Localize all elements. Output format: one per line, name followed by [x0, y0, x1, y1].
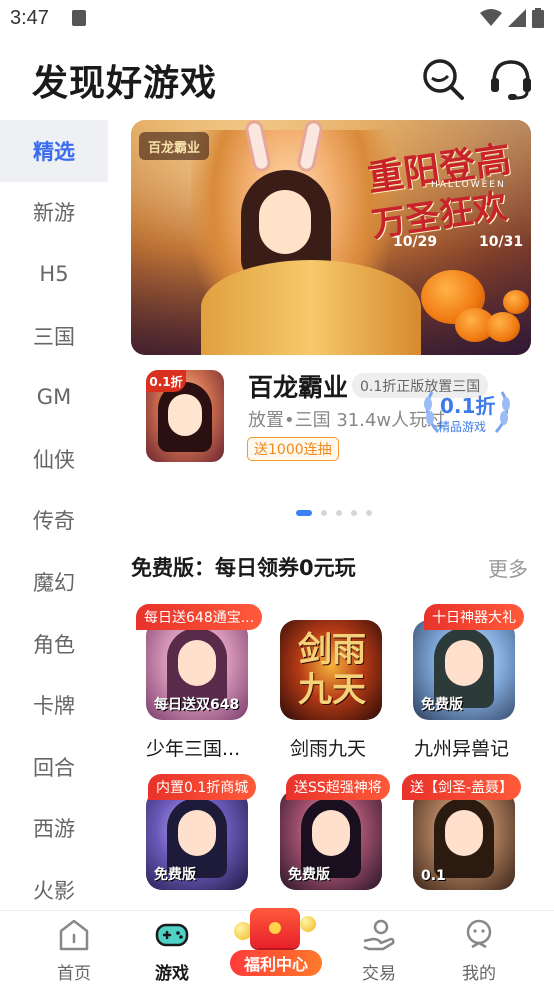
pumpkin-icon — [486, 312, 520, 342]
home-icon — [59, 919, 89, 951]
icon-character-face — [168, 394, 202, 436]
coin-icon — [300, 916, 316, 932]
banner-date-start: 10/29 — [393, 234, 438, 250]
tab-mine[interactable]: 我的 — [439, 911, 519, 984]
discount-value: 0.1折 — [440, 394, 496, 418]
carousel-dot[interactable] — [321, 510, 327, 516]
featured-game-meta: 放置•三国 31.4w人玩过 — [248, 410, 446, 431]
tab-label: 首页 — [57, 964, 91, 984]
section-title: 免费版：每日领券0元玩 — [131, 556, 356, 580]
game-icon[interactable]: 免费版 — [413, 620, 515, 720]
notification-app-icon — [72, 10, 86, 26]
game-icon[interactable]: 每日送双648 — [146, 620, 248, 720]
game-ribbon: 内置0.1折商城 — [148, 774, 257, 800]
premium-label: 精品游戏 — [438, 420, 487, 434]
icon-caption: 剑雨 九天 — [298, 630, 366, 710]
banner-character-dress — [201, 260, 421, 355]
tab-home[interactable]: 首页 — [34, 911, 114, 984]
featured-game-icon[interactable]: 0.1折 — [146, 370, 224, 462]
pumpkin-icon — [503, 290, 529, 314]
battery-icon — [532, 8, 544, 28]
tab-label: 游戏 — [155, 964, 189, 984]
game-ribbon: 每日送648通宝... — [136, 604, 263, 630]
tab-games[interactable]: 游戏 — [132, 911, 212, 984]
red-envelope-icon — [250, 908, 300, 948]
icon-character-face — [445, 810, 483, 856]
game-title[interactable]: 九州异兽记 — [414, 734, 509, 761]
game-title[interactable]: 剑雨九天 — [290, 734, 366, 761]
featured-gift-tag: 送1000连抽 — [247, 437, 339, 461]
sidebar-item-card[interactable]: 卡牌 — [0, 674, 108, 736]
icon-caption: 免费版 — [421, 697, 463, 713]
profile-icon — [466, 919, 492, 949]
tab-label: 交易 — [362, 964, 396, 984]
carousel-dot[interactable] — [336, 510, 342, 516]
game-title[interactable]: 少年三国... — [146, 734, 240, 761]
tab-trade[interactable]: 交易 — [339, 911, 419, 984]
tab-label: 我的 — [462, 964, 496, 984]
icon-character-face — [178, 810, 216, 856]
icon-caption: 免费版 — [154, 867, 196, 883]
icon-character-face — [445, 640, 483, 686]
category-sidebar: 精选 新游 H5 三国 GM 仙侠 传奇 魔幻 角色 卡牌 回合 西游 火影 — [0, 120, 108, 910]
sidebar-item-xianxia[interactable]: 仙侠 — [0, 428, 108, 490]
welfare-center-button[interactable]: 福利中心 — [228, 902, 324, 980]
sidebar-item-legend[interactable]: 传奇 — [0, 490, 108, 552]
search-button[interactable] — [420, 56, 466, 102]
signal-icon — [508, 9, 526, 27]
icon-caption: 每日送双648 — [154, 697, 240, 713]
carousel-dot[interactable] — [366, 510, 372, 516]
carousel-dot[interactable] — [296, 510, 312, 516]
sidebar-item-gm[interactable]: GM — [0, 366, 108, 428]
icon-caption: 免费版 — [288, 867, 330, 883]
game-ribbon: 送SS超强神将 — [286, 774, 390, 800]
page-title: 发现好游戏 — [32, 63, 218, 104]
banner-character-face — [259, 190, 311, 254]
game-ribbon: 送【剑圣-盖聂】 — [402, 774, 522, 800]
sidebar-item-new[interactable]: 新游 — [0, 182, 108, 244]
discount-badge: 0.1折 — [146, 370, 186, 392]
headset-icon — [491, 60, 531, 100]
sidebar-item-rpg[interactable]: 角色 — [0, 613, 108, 675]
banner-date-end: 10/31 — [479, 234, 524, 250]
icon-caption: 0.1 — [421, 868, 446, 884]
trade-hand-icon — [363, 919, 395, 951]
welfare-label: 福利中心 — [230, 950, 322, 976]
sidebar-item-featured[interactable]: 精选 — [0, 120, 108, 182]
sidebar-item-fantasy[interactable]: 魔幻 — [0, 551, 108, 613]
wifi-icon — [480, 9, 502, 26]
icon-character-face — [178, 640, 216, 686]
promo-banner[interactable]: 百龙霸业 重阳登高 HALLOWEEN 万圣狂欢 10/29 10/31 — [131, 120, 531, 355]
premium-discount-badge: 0.1折 精品游戏 — [418, 384, 516, 438]
customer-service-button[interactable] — [488, 56, 534, 102]
sidebar-item-journey-west[interactable]: 西游 — [0, 798, 108, 860]
game-icon[interactable]: 剑雨 九天 — [280, 620, 382, 720]
carousel-dot[interactable] — [351, 510, 357, 516]
game-icon[interactable]: 0.1 — [413, 790, 515, 890]
game-icon[interactable]: 免费版 — [280, 790, 382, 890]
sidebar-item-turn-based[interactable]: 回合 — [0, 736, 108, 798]
game-icon[interactable]: 免费版 — [146, 790, 248, 890]
sidebar-item-h5[interactable]: H5 — [0, 243, 108, 305]
sidebar-item-three-kingdoms[interactable]: 三国 — [0, 305, 108, 367]
game-ribbon: 十日神器大礼 — [424, 604, 524, 630]
more-link[interactable]: 更多 — [488, 553, 528, 582]
banner-game-logo: 百龙霸业 — [139, 132, 209, 160]
featured-game-name[interactable]: 百龙霸业 — [248, 368, 348, 404]
status-bar: 3:47 — [0, 0, 554, 38]
gamepad-icon — [155, 923, 189, 947]
search-icon — [423, 59, 464, 100]
icon-character-face — [312, 810, 350, 856]
status-time: 3:47 — [10, 7, 49, 29]
carousel-indicator — [296, 510, 372, 516]
status-indicators — [480, 8, 544, 28]
